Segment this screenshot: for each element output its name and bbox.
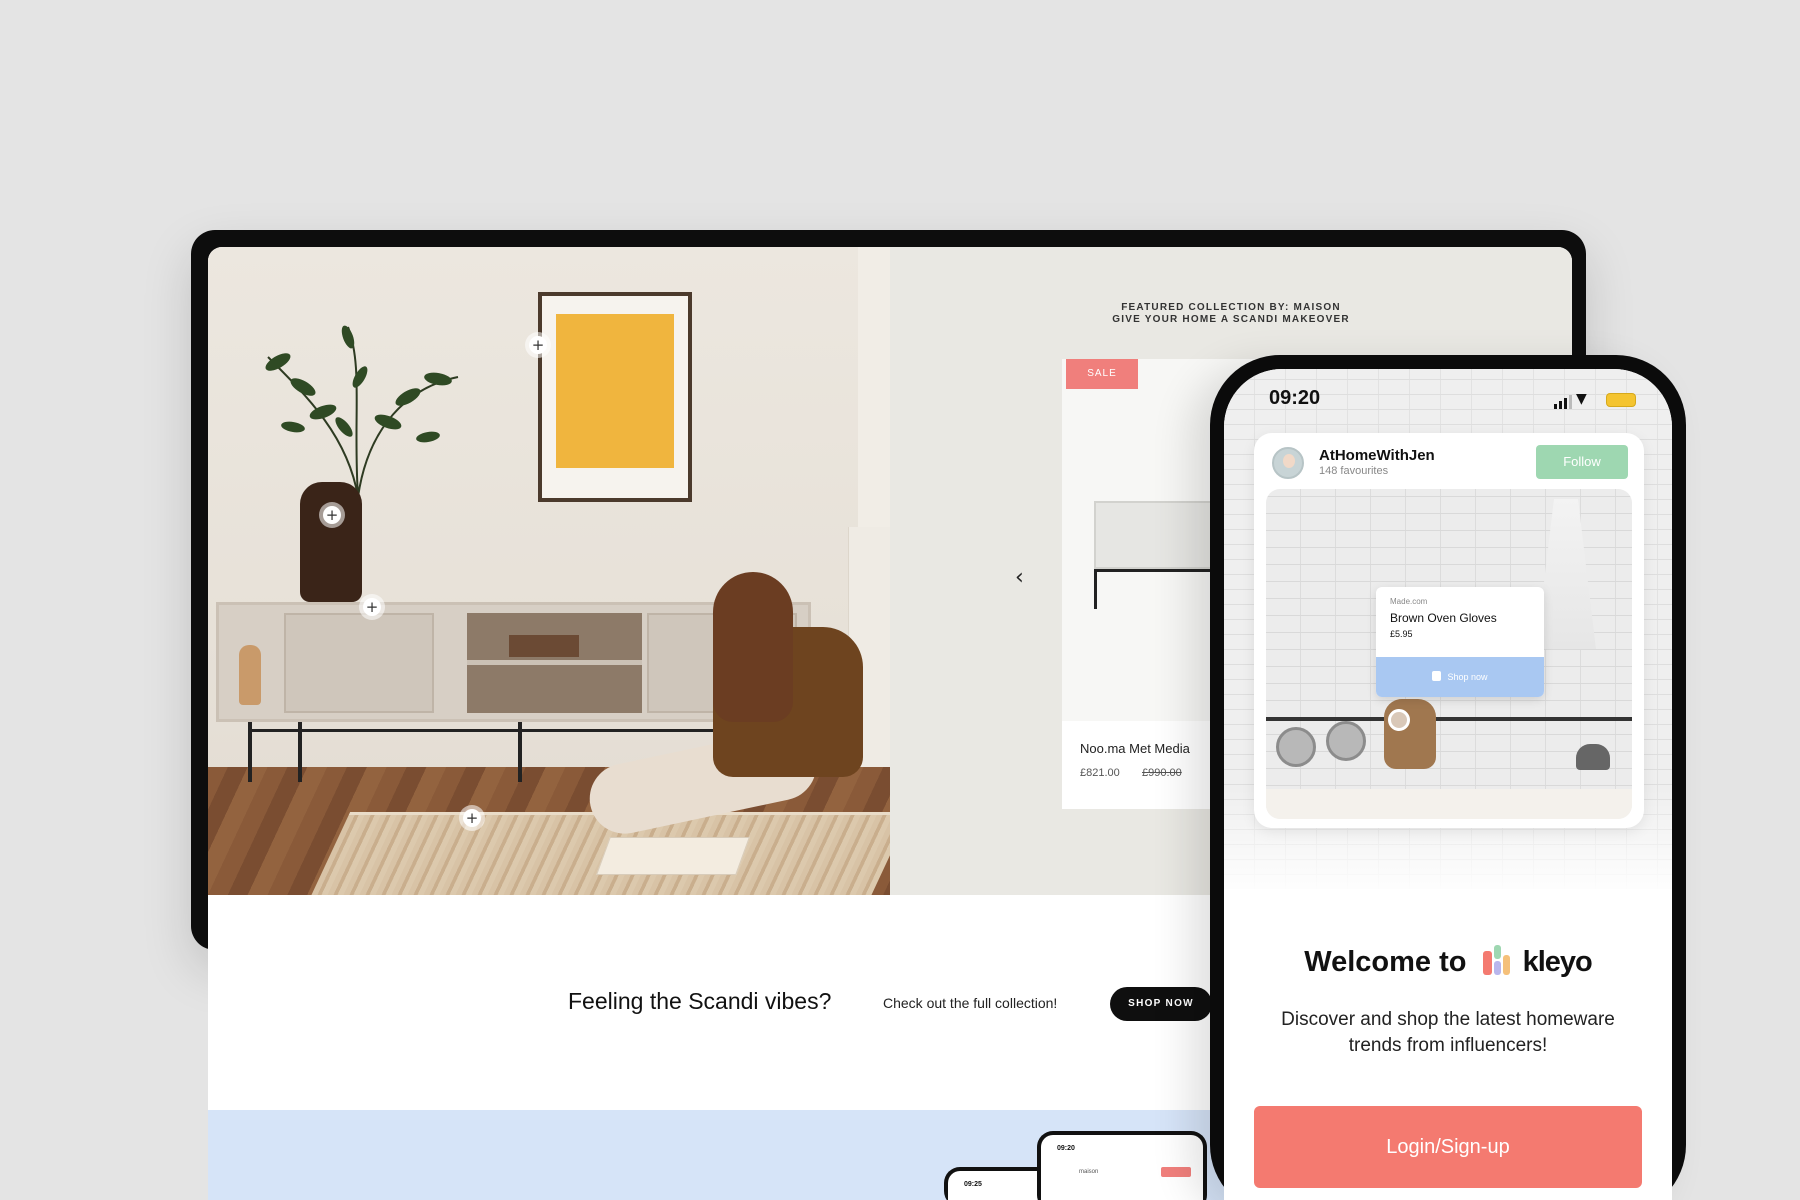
product-hotspot-vase[interactable]: +: [319, 502, 345, 528]
plus-icon: +: [363, 598, 381, 616]
vase: [300, 482, 362, 602]
username[interactable]: AtHomeWithJen: [1319, 447, 1435, 464]
product-hotspot-wall-art[interactable]: +: [525, 332, 551, 358]
brand-name: kleyo: [1522, 946, 1593, 978]
phone-screen: 09:20 ▼ AtHomeWithJen 148 favourites Fol…: [1224, 369, 1672, 1200]
shelf: [467, 660, 642, 665]
wall-art: [538, 292, 692, 502]
legs: [248, 722, 768, 732]
mini-phone-preview: 09:20 maison: [1037, 1131, 1207, 1200]
kleyo-logo-icon: [1482, 945, 1511, 975]
cta-subtitle: Check out the full collection!: [883, 995, 1058, 1011]
mini-phone-follow-badge: [1161, 1167, 1191, 1177]
plant: [265, 325, 459, 498]
product-old-price: £990.00: [1142, 767, 1182, 779]
extractor-hood: [1536, 499, 1596, 649]
pan-2: [1326, 721, 1366, 761]
plus-icon: +: [463, 809, 481, 827]
plus-icon: +: [323, 506, 341, 524]
shop-now-tooltip-button[interactable]: Shop now: [1376, 657, 1544, 697]
inner: 09:20 maison: [1041, 1135, 1203, 1200]
i-3: [1493, 961, 1501, 975]
bar-3: [1569, 395, 1572, 409]
box: [509, 635, 579, 657]
product-hotspot-sideboard[interactable]: +: [359, 594, 385, 620]
product-price: £821.00: [1080, 767, 1120, 779]
bar-2: [1564, 398, 1567, 409]
welcome-prefix: Welcome to: [1304, 946, 1467, 978]
i-4: [1502, 955, 1510, 975]
wifi-icon: ▼: [1576, 391, 1587, 407]
mini-phone-username: maison: [1079, 1169, 1099, 1175]
rail: [1266, 717, 1632, 721]
follow-button[interactable]: Follow: [1536, 445, 1628, 479]
status-icons: ▼: [1554, 391, 1654, 409]
product-tooltip: Made.com Brown Oven Gloves £5.95 Shop no…: [1376, 587, 1544, 697]
influencer-post-card: AtHomeWithJen 148 favourites Follow Made…: [1254, 433, 1644, 828]
product-name: Noo.ma Met Media: [1080, 741, 1190, 756]
i-2: [1493, 945, 1501, 959]
kettle: [1576, 744, 1610, 770]
collection-eyebrow: FEATURED COLLECTION BY: MAISON GIVE YOUR…: [890, 302, 1572, 326]
welcome-description: Discover and shop the latest homeware tr…: [1281, 1009, 1615, 1056]
hero-image: + + + +: [208, 247, 890, 895]
leg-2: [298, 722, 302, 782]
wooden-hand-ornament: [239, 645, 261, 705]
chairs: [1266, 789, 1632, 819]
plus-icon: +: [529, 336, 547, 354]
rug: [305, 812, 890, 895]
person-hair: [713, 572, 793, 722]
shop-now-button[interactable]: SHOP NOW: [1110, 987, 1212, 1021]
collection-tagline: GIVE YOUR HOME A SCANDI MAKEOVER: [1112, 314, 1350, 325]
mini-phone-time: 09:25: [964, 1181, 982, 1188]
post-image: Made.com Brown Oven Gloves £5.95 Shop no…: [1266, 489, 1632, 819]
chevron-left-icon[interactable]: ‹: [1015, 565, 1024, 590]
wall-art-canvas: [556, 314, 674, 468]
product-tag-hotspot[interactable]: [1388, 709, 1410, 731]
cta-title: Feeling the Scandi vibes?: [568, 988, 832, 1014]
sideboard-door: [284, 613, 434, 713]
tooltip-price: £5.95: [1390, 629, 1413, 639]
battery-icon: [1606, 393, 1636, 407]
tooltip-source: Made.com: [1390, 597, 1428, 606]
login-signup-button[interactable]: Login/Sign-up: [1254, 1106, 1642, 1188]
collection-byline: FEATURED COLLECTION BY: MAISON: [1121, 302, 1341, 313]
signal-icon: [1554, 404, 1557, 409]
book: [596, 837, 750, 875]
tooltip-product-name: Brown Oven Gloves: [1390, 611, 1497, 625]
pan: [1276, 727, 1316, 767]
avatar[interactable]: [1272, 447, 1304, 479]
welcome-heading: Welcome to kleyo: [1224, 945, 1672, 979]
favourites-count: 148 favourites: [1319, 465, 1389, 477]
shop-now-label: Shop now: [1447, 672, 1488, 682]
i: [1482, 951, 1492, 975]
status-time: 09:20: [1269, 387, 1321, 409]
product-hotspot-rug[interactable]: +: [459, 805, 485, 831]
bar: [1559, 401, 1562, 409]
shopping-bag-icon: [1432, 671, 1442, 681]
mini-phone-time: 09:20: [1057, 1145, 1075, 1152]
leg: [248, 722, 252, 782]
leg-3: [518, 722, 522, 782]
sale-badge: SALE: [1066, 359, 1138, 389]
mitt: [1384, 699, 1436, 769]
